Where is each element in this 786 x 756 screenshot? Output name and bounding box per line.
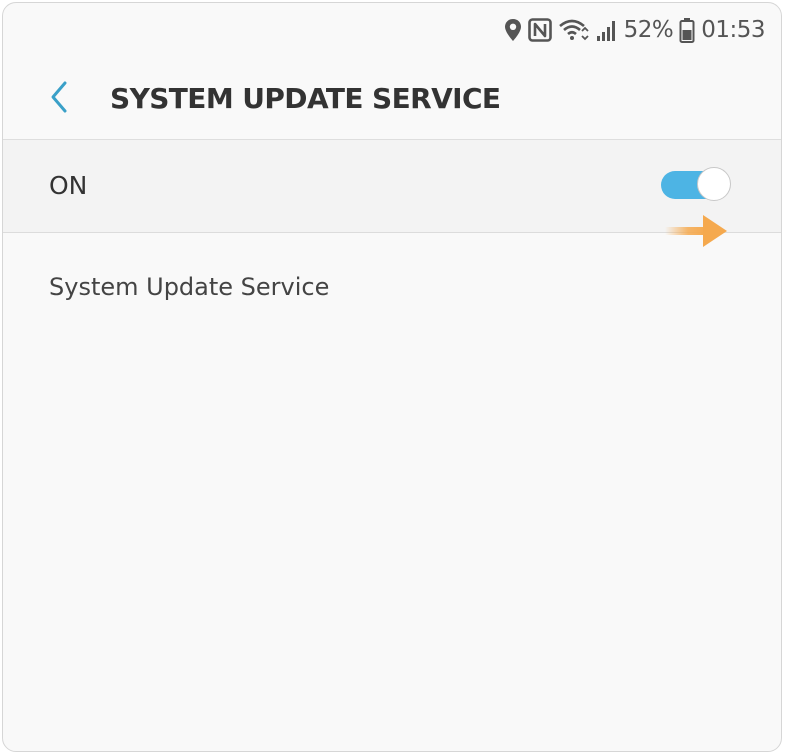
page-title: SYSTEM UPDATE SERVICE (110, 82, 501, 115)
battery-percent: 52% (623, 17, 674, 43)
battery-icon (679, 17, 695, 43)
chevron-left-icon (48, 80, 70, 119)
nfc-icon (527, 18, 552, 42)
swipe-hint-arrow-icon (665, 213, 729, 249)
back-button[interactable] (37, 77, 81, 121)
master-toggle-switch[interactable] (661, 167, 731, 203)
service-description: System Update Service (49, 273, 330, 301)
status-icons: 52% 01:53 (504, 13, 765, 47)
signal-icon (596, 18, 618, 42)
clock: 01:53 (701, 17, 765, 43)
wifi-icon (558, 18, 590, 42)
toggle-thumb (697, 167, 731, 201)
status-bar: 52% 01:53 (3, 3, 781, 59)
location-icon (504, 18, 522, 42)
header-bar: SYSTEM UPDATE SERVICE (3, 59, 781, 140)
master-switch-label: ON (49, 171, 88, 200)
app-window: 52% 01:53 SYSTEM UPDATE SERVICE ON Syste… (2, 2, 782, 752)
